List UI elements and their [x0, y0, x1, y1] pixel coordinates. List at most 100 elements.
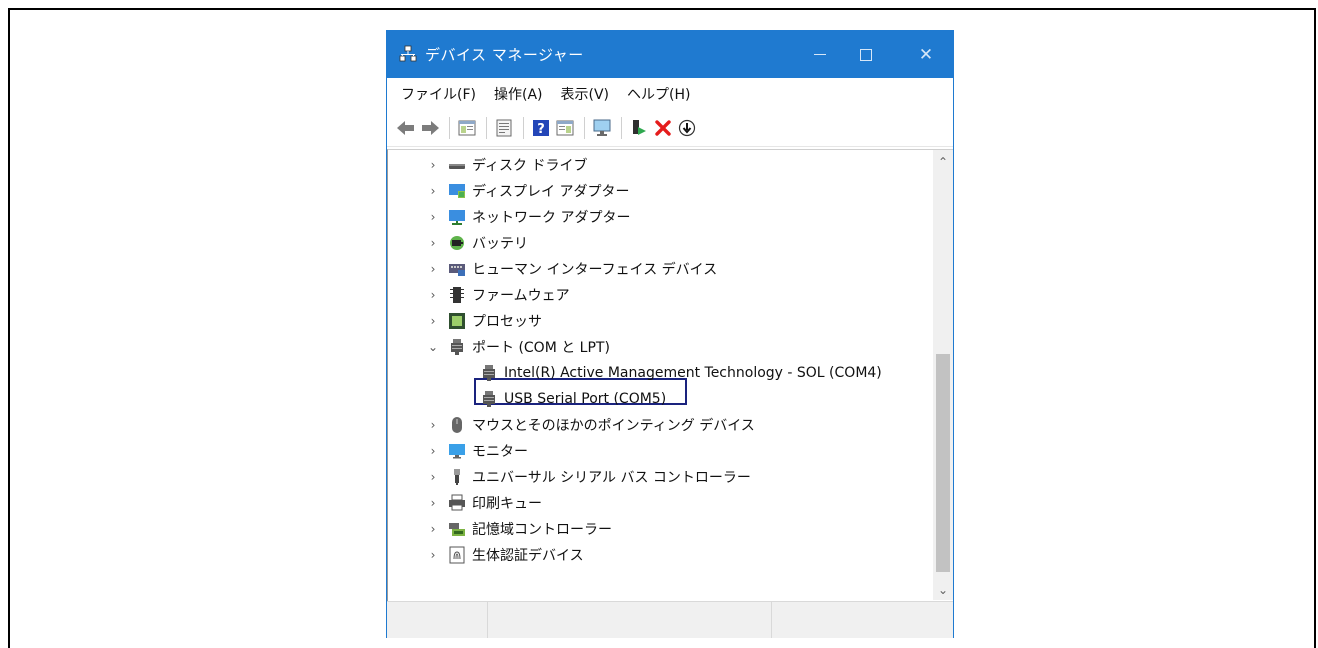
toolbar-separator: [584, 117, 585, 139]
expander-collapsed-icon[interactable]: ›: [426, 262, 440, 276]
expander-collapsed-icon[interactable]: ›: [426, 288, 440, 302]
uninstall-button[interactable]: [652, 117, 674, 139]
device-manager-app-icon: [399, 45, 417, 62]
tree-item-label: 印刷キュー: [472, 496, 542, 512]
properties-icon: [496, 119, 512, 137]
close-icon: ✕: [918, 44, 934, 65]
menu-bar: ファイル(F) 操作(A) 表示(V) ヘルプ(H): [387, 78, 953, 110]
update-driver-icon: [633, 120, 646, 135]
biometric-icon: [448, 546, 466, 564]
port-icon: [448, 338, 466, 356]
chevron-down-icon: ⌄: [937, 583, 949, 597]
tree-category[interactable]: › プロセッサ: [426, 308, 542, 334]
forward-icon: [422, 121, 439, 135]
tree-item-label: ネットワーク アダプター: [472, 210, 631, 226]
scroll-down-button[interactable]: ⌄: [933, 580, 953, 600]
tree-category[interactable]: › 生体認証デバイス: [426, 542, 584, 568]
tree-item-label: モニター: [472, 444, 528, 460]
window-title: デバイス マネージャー: [425, 46, 584, 64]
minimize-icon: [814, 54, 826, 55]
properties-button[interactable]: [493, 117, 515, 139]
menu-view[interactable]: 表示(V): [561, 84, 610, 104]
tree-category[interactable]: ⌄ ポート (COM と LPT): [426, 334, 610, 360]
tree-item-label: ヒューマン インターフェイス デバイス: [472, 262, 718, 278]
title-bar[interactable]: デバイス マネージャー ✕: [387, 31, 953, 78]
tree-item-label: ディスプレイ アダプター: [472, 184, 630, 200]
tree-category[interactable]: › マウスとそのほかのポインティング デバイス: [426, 412, 755, 438]
tree-category[interactable]: › ユニバーサル シリアル バス コントローラー: [426, 464, 751, 490]
update-driver-button[interactable]: [628, 117, 650, 139]
view-button[interactable]: [554, 117, 576, 139]
back-button[interactable]: [395, 117, 417, 139]
menu-file[interactable]: ファイル(F): [401, 84, 476, 104]
maximize-button[interactable]: [843, 31, 889, 78]
tree-item-label: バッテリ: [472, 236, 528, 252]
tree-item-label: ユニバーサル シリアル バス コントローラー: [472, 470, 751, 486]
download-icon: [678, 119, 696, 137]
scroll-thumb[interactable]: [936, 354, 950, 572]
expander-collapsed-icon[interactable]: ›: [426, 158, 440, 172]
tree-item-label: Intel(R) Active Management Technology - …: [504, 365, 882, 381]
tree-child-item[interactable]: ›USB Serial Port (COM5): [480, 386, 666, 412]
disable-device-button[interactable]: [676, 117, 698, 139]
tree-category[interactable]: › バッテリ: [426, 230, 528, 256]
expander-collapsed-icon[interactable]: ›: [426, 522, 440, 536]
network-adapter-icon: [448, 208, 466, 226]
storage-controller-icon: [448, 520, 466, 538]
tree-category[interactable]: › モニター: [426, 438, 528, 464]
expander-collapsed-icon[interactable]: ›: [426, 236, 440, 250]
tree-item-label: 記憶域コントローラー: [472, 522, 612, 538]
expander-collapsed-icon[interactable]: ›: [426, 314, 440, 328]
tree-item-label: プロセッサ: [472, 314, 542, 330]
tree-category[interactable]: › ヒューマン インターフェイス デバイス: [426, 256, 718, 282]
scan-hardware-button[interactable]: [591, 117, 613, 139]
port-icon: [480, 390, 498, 408]
expander-collapsed-icon[interactable]: ›: [426, 470, 440, 484]
expander-collapsed-icon[interactable]: ›: [426, 418, 440, 432]
menu-help[interactable]: ヘルプ(H): [627, 84, 690, 104]
status-pane: [487, 602, 772, 638]
help-button[interactable]: ?: [530, 117, 552, 139]
minimize-button[interactable]: [797, 31, 843, 78]
printer-icon: [448, 494, 466, 512]
expander-expanded-icon[interactable]: ⌄: [426, 340, 440, 354]
svg-text:?: ?: [537, 122, 545, 137]
port-icon: [480, 364, 498, 382]
expander-collapsed-icon[interactable]: ›: [426, 444, 440, 458]
monitor-icon: [593, 119, 611, 136]
display-adapter-icon: [448, 182, 466, 200]
hid-icon: [448, 260, 466, 278]
close-button[interactable]: ✕: [903, 31, 949, 78]
tree-child-item[interactable]: ›Intel(R) Active Management Technology -…: [480, 360, 882, 386]
tree-category[interactable]: › ディスプレイ アダプター: [426, 178, 629, 204]
monitor-icon: [448, 442, 466, 460]
processor-icon: [448, 312, 466, 330]
expander-collapsed-icon[interactable]: ›: [426, 210, 440, 224]
toolbar-separator: [486, 117, 487, 139]
toolbar-separator: [449, 117, 450, 139]
mouse-icon: [448, 416, 466, 434]
tree-item-label: ファームウェア: [472, 288, 570, 304]
usb-icon: [448, 468, 466, 486]
battery-icon: [448, 234, 466, 252]
tree-category[interactable]: › ファームウェア: [426, 282, 570, 308]
disk-drive-icon: [448, 156, 466, 174]
show-hide-console-tree-button[interactable]: [456, 117, 478, 139]
expander-collapsed-icon[interactable]: ›: [426, 184, 440, 198]
vertical-scrollbar[interactable]: ⌃ ⌄: [933, 150, 953, 600]
maximize-icon: [860, 48, 872, 61]
forward-button[interactable]: [419, 117, 441, 139]
toolbar-separator: [621, 117, 622, 139]
menu-action[interactable]: 操作(A): [494, 84, 543, 104]
device-tree: ⌃ ⌄ › ディスク ドライブ › ディスプレイ アダプター › ネットワーク アダプター…: [387, 149, 953, 601]
tree-category[interactable]: › ディスク ドライブ: [426, 152, 588, 178]
tree-category[interactable]: › 印刷キュー: [426, 490, 542, 516]
status-bar: [387, 601, 953, 638]
view-icon: [556, 120, 574, 136]
expander-collapsed-icon[interactable]: ›: [426, 548, 440, 562]
tree-category[interactable]: › 記憶域コントローラー: [426, 516, 612, 542]
expander-collapsed-icon[interactable]: ›: [426, 496, 440, 510]
scroll-up-button[interactable]: ⌃: [933, 152, 953, 172]
device-manager-window: デバイス マネージャー ✕ ファイル(F) 操作(A) 表示(V) ヘルプ(H)…: [386, 30, 954, 638]
tree-category[interactable]: › ネットワーク アダプター: [426, 204, 630, 230]
